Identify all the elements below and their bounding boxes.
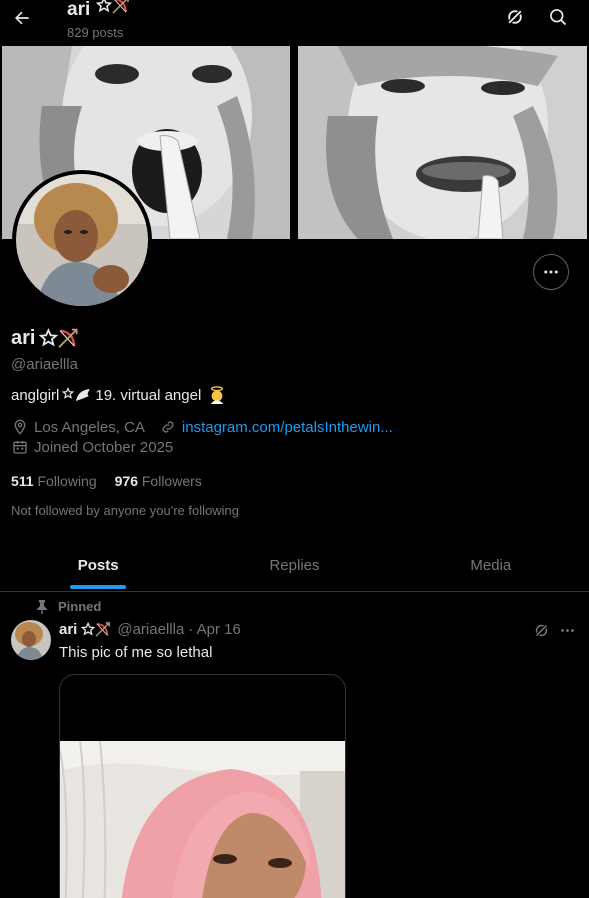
profile-tabs: Posts Replies Media bbox=[0, 540, 589, 592]
banner-photo-right bbox=[298, 46, 587, 239]
angel-emoji bbox=[208, 386, 226, 404]
post-handle[interactable]: @ariaellla bbox=[117, 621, 184, 638]
display-name-text: ari bbox=[11, 327, 36, 349]
star-wing-emoji bbox=[62, 387, 92, 403]
post-grok-button[interactable] bbox=[531, 620, 551, 640]
search-button[interactable] bbox=[546, 4, 570, 30]
bio-suffix: 19. virtual angel bbox=[95, 386, 202, 404]
search-icon bbox=[550, 9, 567, 26]
post-avatar[interactable] bbox=[11, 620, 51, 660]
star-bow-emoji bbox=[95, 0, 130, 15]
post-media[interactable] bbox=[59, 674, 346, 898]
location-icon bbox=[11, 418, 29, 436]
pin-icon bbox=[37, 599, 47, 614]
profile-joined: Joined October 2025 bbox=[34, 438, 174, 456]
post-header: ari @ariaellla · Apr 16 bbox=[59, 621, 241, 638]
link-icon bbox=[159, 418, 177, 436]
profile-location: Los Angeles, CA bbox=[34, 418, 145, 436]
header-name: ari bbox=[67, 0, 91, 20]
profile-bio: anglgirl 19. virtual angel bbox=[11, 386, 226, 404]
header-title: ari bbox=[67, 0, 130, 21]
grok-icon bbox=[534, 623, 548, 637]
profile-meta-row: Los Angeles, CA instagram.com/petalsInth… bbox=[11, 418, 393, 436]
back-button[interactable] bbox=[8, 4, 36, 32]
tab-posts[interactable]: Posts bbox=[0, 540, 196, 591]
back-arrow-icon bbox=[15, 11, 29, 25]
profile-website-link[interactable]: instagram.com/petalsInthewin... bbox=[182, 419, 393, 436]
grok-button[interactable] bbox=[503, 4, 527, 30]
header-post-count: 829 posts bbox=[67, 25, 124, 40]
not-followed-note: Not followed by anyone you're following bbox=[11, 503, 239, 518]
post-author[interactable]: ari bbox=[59, 621, 77, 638]
post-text: This pic of me so lethal bbox=[59, 644, 213, 661]
tab-media[interactable]: Media bbox=[393, 540, 589, 591]
more-icon bbox=[544, 270, 558, 274]
followers-count: 976 bbox=[114, 473, 138, 489]
pinned-label: Pinned bbox=[36, 599, 101, 614]
star-bow-emoji bbox=[39, 327, 79, 350]
following-label: Following bbox=[37, 473, 97, 489]
more-options-button[interactable] bbox=[533, 254, 569, 290]
follow-counts: 511 Following 976 Followers bbox=[11, 473, 202, 489]
more-icon bbox=[560, 628, 574, 632]
tab-replies[interactable]: Replies bbox=[196, 540, 392, 591]
top-bar: ari 829 posts bbox=[0, 0, 589, 44]
star-bow-emoji bbox=[81, 621, 111, 638]
profile-joined-row: Joined October 2025 bbox=[11, 438, 173, 456]
pinned-text: Pinned bbox=[58, 599, 102, 614]
profile-avatar[interactable] bbox=[12, 170, 152, 310]
following-count: 511 bbox=[11, 473, 34, 489]
post-date[interactable]: · Apr 16 bbox=[188, 621, 241, 638]
grok-icon bbox=[506, 8, 524, 26]
post-more-button[interactable] bbox=[557, 620, 577, 640]
profile-handle: @ariaellla bbox=[11, 356, 78, 373]
following-link[interactable]: 511 Following bbox=[11, 473, 97, 489]
followers-label: Followers bbox=[141, 473, 202, 489]
bio-prefix: anglgirl bbox=[11, 386, 60, 404]
display-name: ari bbox=[11, 327, 79, 350]
calendar-icon bbox=[11, 438, 29, 456]
followers-link[interactable]: 976 Followers bbox=[115, 473, 202, 489]
